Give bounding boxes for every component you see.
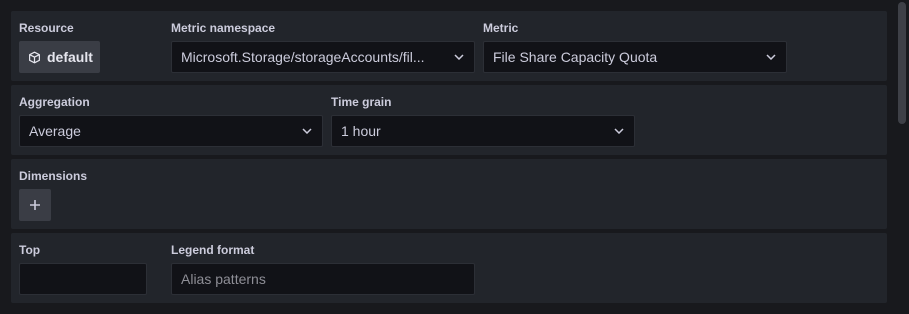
resource-picker-button[interactable]: default	[19, 41, 100, 73]
metric-namespace-select[interactable]: Microsoft.Storage/storageAccounts/fil...	[171, 41, 475, 73]
metric-label: Metric	[483, 21, 519, 35]
dimensions-label: Dimensions	[19, 169, 88, 183]
query-editor: Resource default Metric namespace Micros…	[0, 0, 909, 314]
cube-icon	[28, 51, 41, 64]
metric-namespace-value: Microsoft.Storage/storageAccounts/fil...	[181, 49, 425, 65]
metric-value: File Share Capacity Quota	[493, 49, 658, 65]
resource-row: Resource default Metric namespace Micros…	[11, 11, 887, 81]
aggregation-select[interactable]: Average	[19, 115, 323, 147]
add-dimension-button[interactable]	[19, 189, 51, 221]
legend-format-label: Legend format	[171, 243, 255, 257]
metric-select[interactable]: File Share Capacity Quota	[483, 41, 787, 73]
resource-button-label: default	[47, 49, 93, 65]
plus-icon	[29, 194, 41, 217]
resource-label: Resource	[19, 21, 74, 35]
chevron-down-icon	[604, 116, 634, 146]
metric-namespace-label: Metric namespace	[171, 21, 276, 35]
top-legend-row: Top Legend format Alias patterns	[11, 233, 887, 303]
aggregation-label: Aggregation	[19, 95, 90, 109]
chevron-down-icon	[444, 42, 474, 72]
legend-format-placeholder: Alias patterns	[181, 271, 266, 287]
dimensions-row: Dimensions	[11, 159, 887, 229]
top-label: Top	[19, 243, 41, 257]
time-grain-label: Time grain	[331, 95, 392, 109]
aggregation-row: Aggregation Average Time grain 1 hour	[11, 85, 887, 155]
time-grain-value: 1 hour	[341, 123, 381, 139]
aggregation-value: Average	[29, 123, 81, 139]
chevron-down-icon	[756, 42, 786, 72]
legend-format-input[interactable]: Alias patterns	[171, 263, 475, 295]
time-grain-select[interactable]: 1 hour	[331, 115, 635, 147]
scrollbar[interactable]	[898, 2, 906, 124]
chevron-down-icon	[292, 116, 322, 146]
top-input[interactable]	[19, 263, 147, 295]
